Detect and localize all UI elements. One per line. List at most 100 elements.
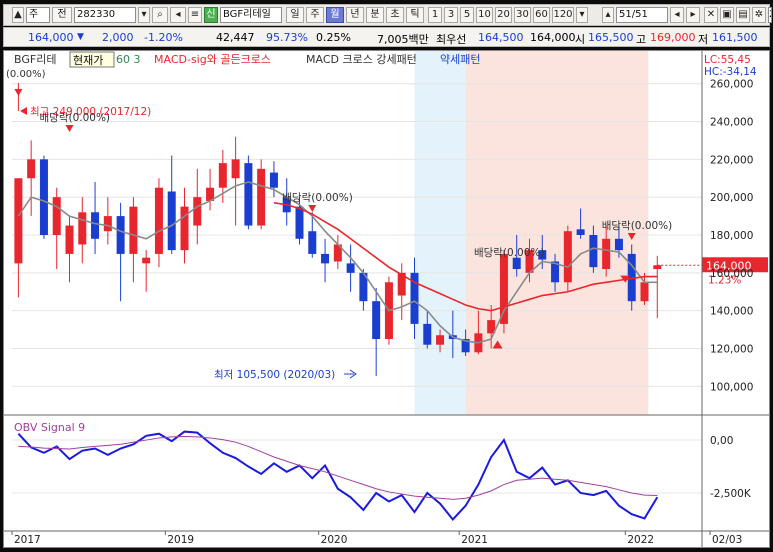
scroll-up-icon[interactable]: ▴ bbox=[602, 7, 614, 23]
candle-body bbox=[103, 216, 112, 232]
volume: 42,447 bbox=[216, 31, 255, 44]
interval-1-button[interactable]: 1 bbox=[428, 7, 442, 23]
page-current: 51 bbox=[619, 9, 632, 20]
open-price: 165,500 bbox=[588, 31, 634, 44]
best-quote-label: 최우선 bbox=[436, 33, 467, 46]
interval-3-button[interactable]: 3 bbox=[444, 7, 458, 23]
legend-ma-periods: 60 3 bbox=[116, 53, 141, 66]
stock-name-field[interactable]: BGF리테일 bbox=[220, 7, 282, 23]
max-marker-arrow bbox=[14, 89, 23, 96]
candle-body bbox=[154, 187, 163, 254]
interval-5-button[interactable]: 5 bbox=[460, 7, 474, 23]
lock-icon[interactable]: ▲ bbox=[12, 7, 24, 23]
lc-readout: LC:55,45 bbox=[704, 54, 751, 66]
save-icon[interactable]: ▣ bbox=[720, 7, 734, 23]
interval-60-button[interactable]: 60 bbox=[533, 7, 550, 23]
interval-30-button[interactable]: 30 bbox=[514, 7, 531, 23]
interval-20-button[interactable]: 20 bbox=[495, 7, 512, 23]
candle-body bbox=[167, 191, 176, 251]
x-tick-label: 2020 bbox=[321, 534, 348, 546]
print-icon[interactable]: ▤ bbox=[736, 7, 750, 23]
speaker-icon[interactable]: ◂ bbox=[170, 7, 186, 23]
legend-weak-pattern: 약세패턴 bbox=[440, 52, 480, 66]
period-second-button[interactable]: 초 bbox=[386, 7, 404, 23]
page-total: /51 bbox=[631, 9, 648, 20]
candle-body bbox=[91, 212, 100, 239]
candle-body bbox=[218, 163, 227, 188]
volume-ratio: 95.73% bbox=[266, 31, 308, 44]
hc-readout: HC:-34,14 bbox=[704, 66, 757, 78]
interval-10-button[interactable]: 10 bbox=[476, 7, 493, 23]
truncated-field[interactable]: 2 bbox=[768, 7, 772, 23]
period-tick-button[interactable]: 틱 bbox=[406, 7, 424, 23]
candle-body bbox=[129, 206, 138, 254]
period-select[interactable]: 주 bbox=[26, 7, 50, 23]
period-day-button[interactable]: 일 bbox=[286, 7, 304, 23]
menu-icon[interactable]: ≡ bbox=[188, 7, 202, 23]
y-tick-label: 160,000 bbox=[710, 268, 753, 280]
dropdown-arrow-icon[interactable]: ▾ bbox=[138, 7, 150, 23]
candle-body bbox=[640, 282, 649, 302]
min-annotation: 최저 105,500 (2020/03) bbox=[214, 369, 335, 381]
candle-body bbox=[589, 235, 598, 268]
price-change-pct: -1.20% bbox=[144, 31, 183, 44]
settings-gear-icon[interactable]: ✲ bbox=[752, 7, 766, 23]
turnover-pct: 0.25% bbox=[316, 31, 351, 44]
best-bid: 164,000 bbox=[530, 31, 576, 44]
app-window: ▲ 주 전 282330 ▾ ⌕ ◂ ≡ 신 BGF리테일 일 주 월 년 분 … bbox=[0, 0, 773, 552]
legend-pattern: MACD 크로스 강세패턴 bbox=[306, 53, 417, 66]
lower-pane-title: OBV Signal 9 bbox=[14, 421, 85, 434]
candle-body bbox=[116, 216, 125, 254]
scroll-down-icon[interactable]: ▾ bbox=[576, 7, 588, 23]
period-week-button[interactable]: 주 bbox=[306, 7, 324, 23]
period-month-button[interactable]: 월 bbox=[326, 7, 344, 23]
y-tick-label: 200,000 bbox=[710, 192, 753, 204]
candle-body bbox=[308, 231, 317, 254]
period-minute-button[interactable]: 분 bbox=[366, 7, 384, 23]
high-label: 고 bbox=[636, 33, 647, 46]
candle-body bbox=[653, 265, 662, 270]
candle-body bbox=[27, 159, 36, 179]
pattern-band-weak bbox=[414, 51, 466, 415]
page-counter-input[interactable]: 51/51 bbox=[616, 7, 668, 23]
min-label-arrow bbox=[344, 369, 357, 379]
legend-name: BGF리테 bbox=[14, 53, 56, 66]
previous-page-icon[interactable]: ◂ bbox=[670, 7, 684, 23]
search-icon[interactable]: ⌕ bbox=[152, 7, 168, 23]
dividend-annotation: 배당락(0.00%) bbox=[474, 247, 545, 259]
left-pct-label: (0.00%) bbox=[6, 69, 46, 80]
dividend-annotation: 배당락(0.00%) bbox=[282, 192, 353, 204]
candle-body bbox=[39, 159, 48, 235]
price-change: 2,000 bbox=[102, 31, 134, 44]
dividend-marker bbox=[308, 205, 317, 212]
current-price: 164,000 bbox=[28, 31, 74, 44]
x-tick-label: 02/03 bbox=[712, 534, 742, 546]
y-tick-label: 180,000 bbox=[710, 230, 753, 242]
stock-code-input[interactable]: 282330 bbox=[74, 7, 136, 23]
candle-body bbox=[78, 212, 87, 245]
tooltip-current-price: 현재가 bbox=[73, 54, 103, 67]
y-tick-label: 140,000 bbox=[710, 306, 753, 318]
x-tick-label: 2022 bbox=[627, 534, 654, 546]
candle-body bbox=[576, 229, 585, 235]
candle-body bbox=[14, 178, 23, 264]
lower-y-tick-label: 0,00 bbox=[710, 435, 733, 447]
high-price: 169,000 bbox=[650, 31, 696, 44]
interval-120-button[interactable]: 120 bbox=[552, 7, 574, 23]
candle-body bbox=[372, 301, 381, 340]
prev-button[interactable]: 전 bbox=[52, 7, 72, 23]
price-chart[interactable]: BGF리테 현재가 60 3 MACD-sig와 골든크로스 MACD 크로스 강세패턴… bbox=[4, 51, 769, 547]
quote-bar: 164,000 ▼ 2,000 -1.20% 42,447 95.73% 0.2… bbox=[3, 27, 770, 47]
x-tick-label: 2019 bbox=[167, 534, 194, 546]
lower-y-tick-label: -2,500K bbox=[710, 488, 752, 500]
price-chart-panel[interactable]: BGF리테 현재가 60 3 MACD-sig와 골든크로스 MACD 크로스 강세패턴… bbox=[3, 50, 770, 548]
candle-body bbox=[423, 323, 432, 345]
candle-body bbox=[295, 206, 304, 239]
crosshair-icon[interactable]: ✕ bbox=[704, 7, 718, 23]
next-page-icon[interactable]: ▸ bbox=[686, 7, 700, 23]
candle-body bbox=[257, 168, 266, 226]
period-year-button[interactable]: 년 bbox=[346, 7, 364, 23]
dividend-annotation: 배당락(0.00%) bbox=[602, 220, 673, 232]
candle-body bbox=[614, 238, 623, 251]
candle-body bbox=[52, 197, 61, 235]
